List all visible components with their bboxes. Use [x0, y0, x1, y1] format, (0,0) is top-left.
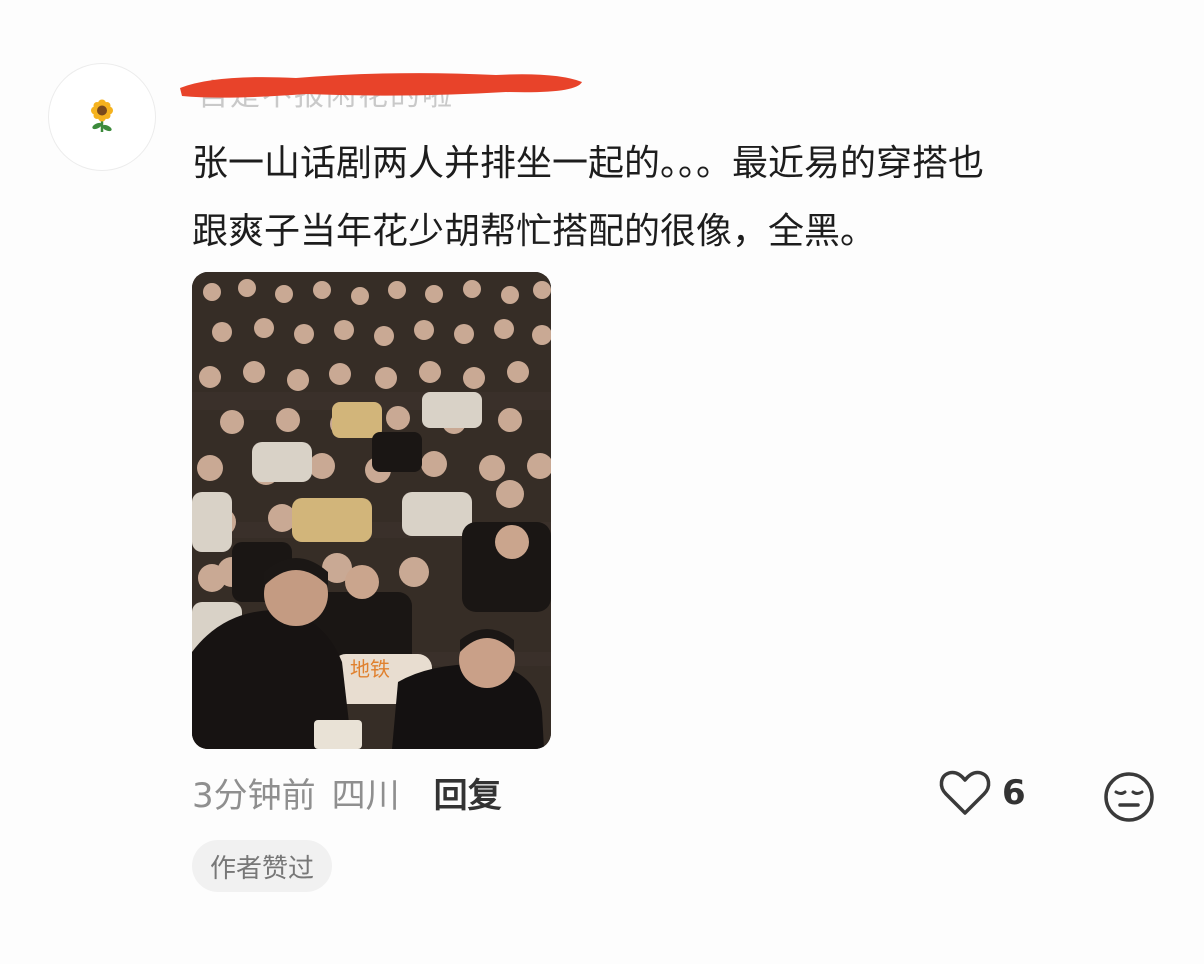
photo-sign-text: 地铁: [350, 657, 390, 681]
comment-meta: 3分钟前 四川 回复: [192, 768, 502, 817]
redaction-mark: [180, 73, 582, 98]
author-liked-badge: 作者赞过: [192, 840, 333, 892]
comment-line-2: 跟爽子当年花少胡帮忙搭配的很像，全黑。: [192, 211, 877, 252]
comment-location: 四川: [331, 776, 400, 816]
audience-photo: 地铁: [192, 272, 551, 749]
comment-line-1: 张一山话剧两人并排坐一起的。。。最近易的穿搭也: [192, 143, 985, 184]
user-avatar[interactable]: [48, 63, 156, 171]
like-button[interactable]: 6: [938, 768, 1026, 818]
sunflower-icon: [91, 99, 113, 132]
comment-time: 3分钟前: [192, 776, 316, 816]
like-count: 6: [1002, 773, 1026, 813]
reply-button[interactable]: 回复: [434, 768, 502, 817]
heart-outline-icon: [939, 770, 991, 815]
meh-face-icon: [1104, 772, 1154, 822]
comment-text: 张一山话剧两人并排坐一起的。。。最近易的穿搭也 跟爽子当年花少胡帮忙搭配的很像，…: [192, 130, 1152, 266]
comment-photo[interactable]: 地铁: [192, 272, 551, 749]
dislike-button[interactable]: [1102, 770, 1156, 828]
